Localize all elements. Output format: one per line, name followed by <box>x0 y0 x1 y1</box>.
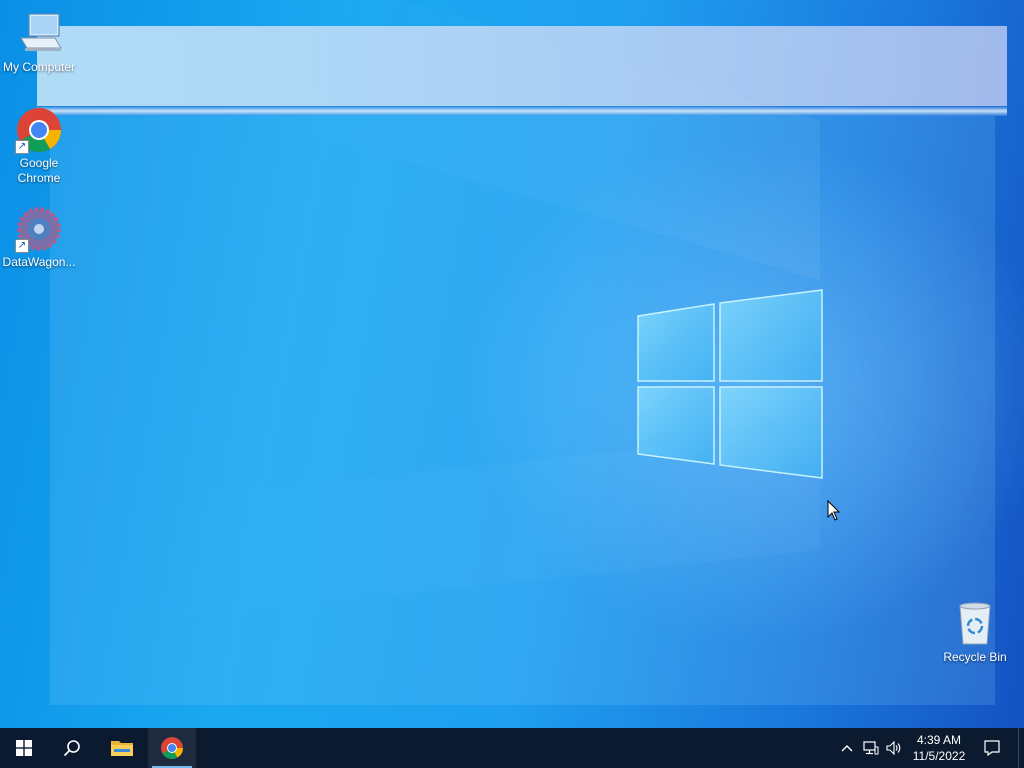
desktop[interactable]: My Computer ↗ Google Chrome ↗ DataWagon.… <box>0 0 1024 728</box>
search-button[interactable] <box>48 728 96 768</box>
network-button[interactable] <box>860 728 882 768</box>
windows-start-icon <box>16 740 32 756</box>
datawagon-icon: ↗ <box>15 205 63 253</box>
folder-icon <box>111 741 133 756</box>
clock-date: 11/5/2022 <box>912 749 966 763</box>
shortcut-arrow-icon: ↗ <box>15 140 29 154</box>
chevron-up-icon <box>841 745 853 752</box>
recycle-bin-icon <box>951 600 999 648</box>
window-progress-strip <box>37 106 1007 116</box>
show-desktop-button[interactable] <box>1018 728 1024 768</box>
desktop-icon-label: DataWagon... <box>2 255 76 269</box>
desktop-icon-recycle-bin[interactable]: Recycle Bin <box>936 600 1014 665</box>
desktop-icon-label: Google Chrome <box>17 156 61 185</box>
mouse-cursor-icon <box>827 500 841 521</box>
windows-logo-wallpaper <box>637 289 823 479</box>
start-button[interactable] <box>0 728 48 768</box>
network-icon <box>863 741 879 755</box>
search-icon <box>63 740 80 757</box>
shortcut-arrow-icon: ↗ <box>15 239 29 253</box>
translucent-window-panel <box>50 116 995 705</box>
action-center-button[interactable] <box>978 728 1006 768</box>
taskbar: 4:39 AM 11/5/2022 <box>0 728 1024 768</box>
clock-time: 4:39 AM <box>916 733 962 747</box>
speaker-icon <box>886 741 901 755</box>
taskbar-clock[interactable]: 4:39 AM 11/5/2022 <box>904 732 974 764</box>
volume-button[interactable] <box>883 728 905 768</box>
desktop-icon-my-computer[interactable]: My Computer <box>0 10 78 75</box>
desktop-icon-label: Recycle Bin <box>943 650 1007 664</box>
taskbar-file-explorer[interactable] <box>98 728 146 768</box>
show-hidden-icons-button[interactable] <box>836 728 858 768</box>
taskbar-google-chrome[interactable] <box>148 728 196 768</box>
blank-window-titlebar[interactable] <box>37 26 1007 106</box>
chrome-icon <box>161 737 183 759</box>
desktop-icon-google-chrome[interactable]: ↗ Google Chrome <box>0 106 78 186</box>
chrome-icon: ↗ <box>15 106 63 154</box>
notification-icon <box>984 740 1000 756</box>
desktop-icon-label: My Computer <box>2 60 76 74</box>
computer-icon <box>15 10 63 58</box>
desktop-icon-datawagon[interactable]: ↗ DataWagon... <box>0 205 78 270</box>
